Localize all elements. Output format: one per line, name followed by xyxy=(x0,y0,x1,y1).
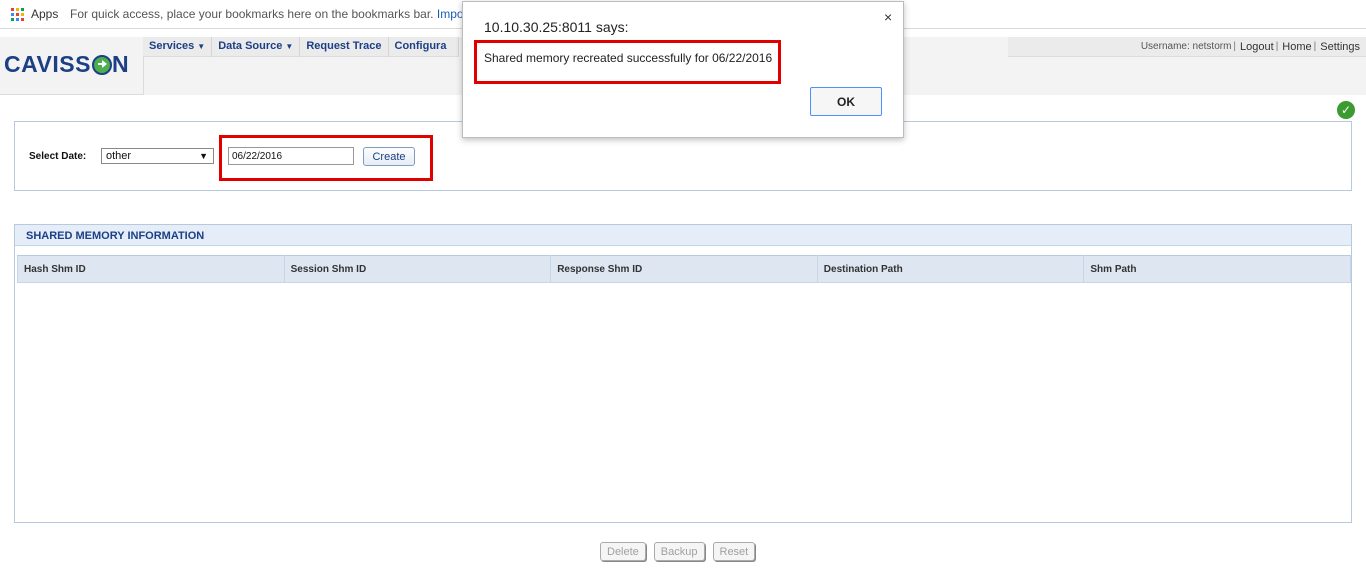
bookmarks-hint: For quick access, place your bookmarks h… xyxy=(70,7,464,21)
select-date-label: Select Date: xyxy=(29,151,87,162)
date-select[interactable]: other ▼ xyxy=(101,148,214,164)
create-button[interactable]: Create xyxy=(363,147,415,166)
nav-configuration-label: Configura xyxy=(394,40,447,52)
shared-memory-panel: SHARED MEMORY INFORMATION Hash Shm ID Se… xyxy=(14,224,1352,523)
nav-request-trace-label: Request Trace xyxy=(306,40,382,52)
separator: | xyxy=(1233,41,1237,52)
dialog-title: 10.10.30.25:8011 says: xyxy=(484,19,629,35)
logo-text-right: N xyxy=(111,51,130,77)
home-link[interactable]: Home xyxy=(1282,41,1311,53)
nav-configuration[interactable]: Configura xyxy=(389,37,459,57)
backup-button[interactable]: Backup xyxy=(653,542,705,561)
username-text: Username: netstorm xyxy=(1140,41,1232,52)
chevron-down-icon: ▼ xyxy=(285,42,294,51)
column-shm-path[interactable]: Shm Path xyxy=(1083,255,1351,283)
nav-services[interactable]: Services ▼ xyxy=(143,37,213,57)
apps-label[interactable]: Apps xyxy=(31,7,58,21)
reset-button[interactable]: Reset xyxy=(712,542,756,561)
delete-button[interactable]: Delete xyxy=(600,542,646,561)
column-response-shm-id[interactable]: Response Shm ID xyxy=(550,255,818,283)
nav-request-trace[interactable]: Request Trace xyxy=(300,37,389,57)
nav-data-source[interactable]: Data Source ▼ xyxy=(212,37,301,57)
alert-dialog: 10.10.30.25:8011 says: × Shared memory r… xyxy=(462,1,904,138)
chevron-down-icon: ▼ xyxy=(197,42,206,51)
column-destination-path[interactable]: Destination Path xyxy=(816,255,1085,283)
action-buttons: Delete Backup Reset xyxy=(600,542,756,561)
logout-link[interactable]: Logout xyxy=(1240,41,1274,53)
nav-data-source-label: Data Source xyxy=(218,40,283,52)
apps-grid-icon[interactable] xyxy=(11,8,24,21)
check-circle-icon: ✓ xyxy=(1337,101,1355,119)
separator: | xyxy=(1313,41,1317,52)
column-session-shm-id[interactable]: Session Shm ID xyxy=(283,255,552,283)
main-nav: Services ▼ Data Source ▼ Request Trace Con… xyxy=(143,37,459,57)
logo-text-left: CAVISS xyxy=(4,51,91,77)
nav-services-label: Services xyxy=(149,40,195,52)
dialog-message: Shared memory recreated successfully for… xyxy=(484,51,773,65)
import-bookmarks-link[interactable]: Impo xyxy=(437,7,464,21)
cavisson-logo[interactable]: CAVISS N xyxy=(4,51,129,78)
separator: | xyxy=(1275,41,1279,52)
close-icon[interactable]: × xyxy=(884,9,892,25)
date-select-value: other xyxy=(106,150,132,162)
bookmarks-hint-text: For quick access, place your bookmarks h… xyxy=(70,7,434,21)
column-hash-shm-id[interactable]: Hash Shm ID xyxy=(17,255,285,283)
logo-arrow-icon xyxy=(91,54,112,75)
table-header-row: Hash Shm ID Session Shm ID Response Shm … xyxy=(17,255,1351,283)
settings-link[interactable]: Settings xyxy=(1320,41,1360,53)
ok-button[interactable]: OK xyxy=(810,87,882,116)
user-bar: Username: netstorm | Logout | Home | Settin… xyxy=(1008,37,1366,57)
date-input[interactable] xyxy=(228,147,354,165)
shared-memory-table: Hash Shm ID Session Shm ID Response Shm … xyxy=(17,255,1351,283)
dropdown-arrow-icon: ▼ xyxy=(199,151,208,161)
shared-memory-title: SHARED MEMORY INFORMATION xyxy=(15,225,1351,246)
